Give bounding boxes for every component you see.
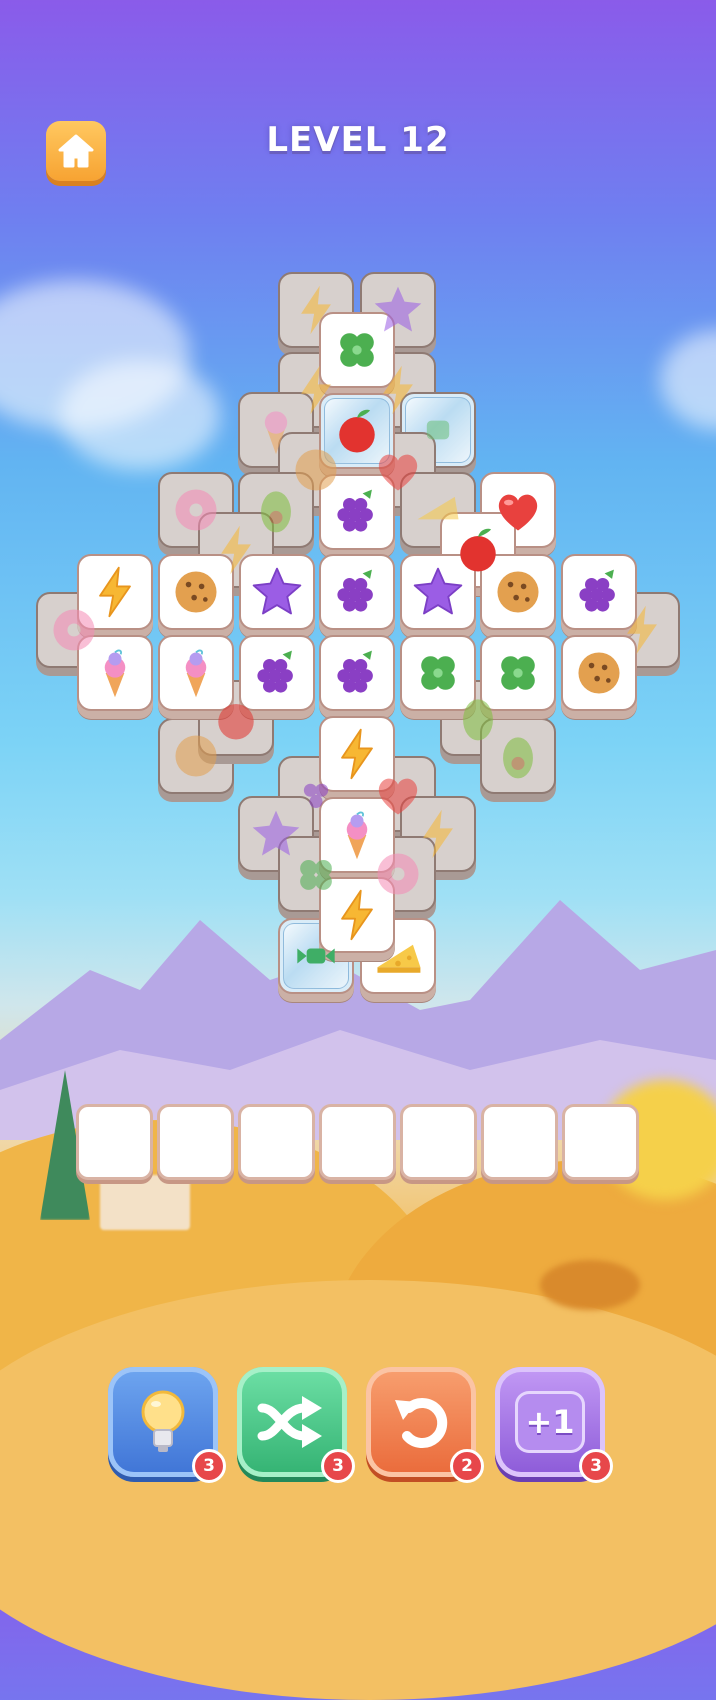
tray-slot (319, 1104, 396, 1180)
tile-star[interactable] (400, 554, 476, 630)
tile-lightning[interactable] (319, 716, 395, 792)
extra-slot-button[interactable]: +1 3 (495, 1367, 613, 1483)
tile-ice-cream[interactable] (77, 635, 153, 711)
tile-grapes[interactable] (319, 635, 395, 711)
tile-cookie[interactable] (158, 554, 234, 630)
tile-tray (76, 1104, 640, 1184)
extra-slot-count-badge: 3 (579, 1449, 613, 1483)
tray-slot (562, 1104, 639, 1180)
plus-one-icon: +1 (515, 1391, 585, 1453)
tile-avocado (480, 718, 556, 794)
tile-grapes[interactable] (319, 474, 395, 550)
tray-slot (400, 1104, 477, 1180)
tray-slot (481, 1104, 558, 1180)
hint-count-badge: 3 (192, 1449, 226, 1483)
tile-cookie[interactable] (561, 635, 637, 711)
tile-lightning[interactable] (77, 554, 153, 630)
tile-grapes[interactable] (319, 554, 395, 630)
shuffle-count-badge: 3 (321, 1449, 355, 1483)
undo-button[interactable]: 2 (366, 1367, 484, 1483)
tile-clover[interactable] (480, 635, 556, 711)
tile-lightning[interactable] (319, 877, 395, 953)
undo-icon (395, 1398, 448, 1448)
tile-board (0, 0, 716, 1100)
shuffle-icon (257, 1396, 322, 1448)
shuffle-button[interactable]: 3 (237, 1367, 355, 1483)
lightbulb-icon (141, 1390, 185, 1452)
tile-grapes[interactable] (561, 554, 637, 630)
tile-ice-cream[interactable] (158, 635, 234, 711)
plus-one-label: +1 (525, 1403, 575, 1441)
tile-cookie[interactable] (480, 554, 556, 630)
tray-slot (238, 1104, 315, 1180)
tray-slot (76, 1104, 153, 1180)
tile-ice-cream[interactable] (319, 797, 395, 873)
tile-grapes[interactable] (239, 635, 315, 711)
tile-apple-frozen[interactable] (319, 393, 395, 469)
tray-slot (157, 1104, 234, 1180)
tile-star[interactable] (239, 554, 315, 630)
tile-clover[interactable] (319, 312, 395, 388)
undo-count-badge: 2 (450, 1449, 484, 1483)
hint-button[interactable]: 3 (108, 1367, 226, 1483)
tile-clover[interactable] (400, 635, 476, 711)
